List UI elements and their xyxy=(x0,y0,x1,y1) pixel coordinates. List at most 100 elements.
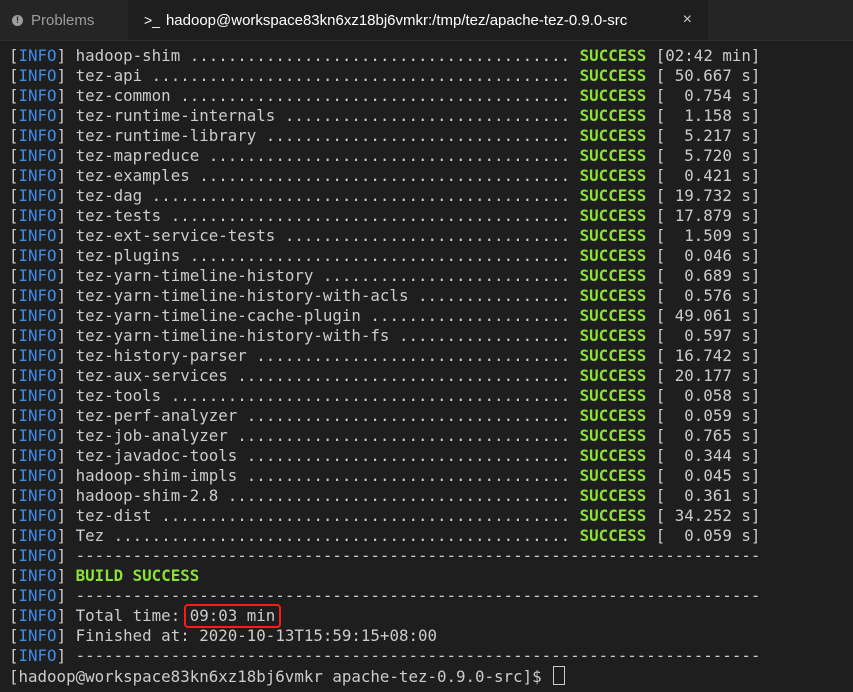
module-line: [INFO] tez-yarn-timeline-history-with-ac… xyxy=(9,286,853,306)
dot-leader: .................................. xyxy=(237,466,580,485)
module-line: [INFO] tez-yarn-timeline-history .......… xyxy=(9,266,853,286)
dot-leader: .................................... xyxy=(218,486,580,505)
bracket: [ xyxy=(9,506,19,525)
module-line: [INFO] tez-ext-service-tests ...........… xyxy=(9,226,853,246)
dot-leader: ................................. xyxy=(246,346,580,365)
bracket: [ xyxy=(9,286,19,305)
info-tag: INFO xyxy=(18,286,57,305)
bracket: [ xyxy=(9,86,19,105)
bracket: ] xyxy=(56,626,67,645)
module-line: [INFO] tez-tools .......................… xyxy=(9,386,853,406)
bracket: ] xyxy=(56,466,67,485)
tab-terminal[interactable]: >_ hadoop@workspace83kn6xz18bj6vmkr:/tmp… xyxy=(128,0,708,40)
dot-leader: .................................. xyxy=(237,406,580,425)
module-name: tez-mapreduce xyxy=(66,146,200,165)
status-success: SUCCESS xyxy=(579,206,647,225)
status-success: SUCCESS xyxy=(579,186,647,205)
info-tag: INFO xyxy=(18,246,57,265)
info-tag: INFO xyxy=(18,306,57,325)
info-tag: INFO xyxy=(18,366,57,385)
shell-prompt: [hadoop@workspace83kn6xz18bj6vmkr apache… xyxy=(9,667,552,686)
bracket: ] xyxy=(56,526,67,545)
bracket: ] xyxy=(56,246,67,265)
status-success: SUCCESS xyxy=(579,366,647,385)
build-result-line: [INFO] BUILD SUCCESS xyxy=(9,566,853,586)
module-name: tez-history-parser xyxy=(66,346,247,365)
bracket: ] xyxy=(56,406,67,425)
prompt-line[interactable]: [hadoop@workspace83kn6xz18bj6vmkr apache… xyxy=(9,666,853,686)
bracket: ] xyxy=(56,46,67,65)
dot-leader: ................................... xyxy=(227,426,580,445)
status-success: SUCCESS xyxy=(579,326,647,345)
tab-problems[interactable]: ! Problems xyxy=(0,0,128,40)
module-name: tez-yarn-timeline-history-with-acls xyxy=(66,286,409,305)
dot-leader: ................ xyxy=(408,286,580,305)
module-time: [ 16.742 s] xyxy=(646,346,761,365)
status-success: SUCCESS xyxy=(579,386,647,405)
module-time: [ 0.045 s] xyxy=(646,466,761,485)
dot-leader: .................. xyxy=(389,326,580,345)
bracket: [ xyxy=(9,366,19,385)
bracket: [ xyxy=(9,306,19,325)
info-tag: INFO xyxy=(18,86,57,105)
module-line: [INFO] tez-runtime-internals ...........… xyxy=(9,106,853,126)
terminal-output[interactable]: [INFO] hadoop-shim .....................… xyxy=(9,46,853,686)
module-line: [INFO] Tez .............................… xyxy=(9,526,853,546)
total-time-value: 09:03 min xyxy=(183,604,282,628)
bracket: [ xyxy=(9,346,19,365)
bracket: ] xyxy=(56,326,67,345)
status-success: SUCCESS xyxy=(579,346,647,365)
bracket: ] xyxy=(56,366,67,385)
module-line: [INFO] tez-history-parser ..............… xyxy=(9,346,853,366)
status-success: SUCCESS xyxy=(579,266,647,285)
module-time: [ 0.754 s] xyxy=(646,86,761,105)
info-tag: INFO xyxy=(18,446,57,465)
module-time: [ 5.720 s] xyxy=(646,146,761,165)
info-tag: INFO xyxy=(18,166,57,185)
bracket: ] xyxy=(56,426,67,445)
module-line: [INFO] tez-api .........................… xyxy=(9,66,853,86)
module-name: Tez xyxy=(66,526,105,545)
module-line: [INFO] tez-examples ....................… xyxy=(9,166,853,186)
bracket: [ xyxy=(9,626,19,645)
info-tag: INFO xyxy=(18,626,57,645)
info-tag: INFO xyxy=(18,346,57,365)
module-line: [INFO] tez-dist ........................… xyxy=(9,506,853,526)
dot-leader: ....................................... xyxy=(189,166,580,185)
info-tag: INFO xyxy=(18,606,57,625)
bracket: [ xyxy=(9,386,19,405)
bracket: ] xyxy=(56,106,67,125)
module-name: tez-perf-analyzer xyxy=(66,406,238,425)
status-success: SUCCESS xyxy=(579,46,647,65)
info-tag: INFO xyxy=(18,66,57,85)
bracket: ] xyxy=(56,486,67,505)
bracket: [ xyxy=(9,566,19,585)
finished-line: [INFO] Finished at: 2020-10-13T15:59:15+… xyxy=(9,626,853,646)
module-line: [INFO] tez-aux-services ................… xyxy=(9,366,853,386)
info-tag: INFO xyxy=(18,126,57,145)
bracket: ] xyxy=(56,146,67,165)
info-tag: INFO xyxy=(18,266,57,285)
module-time: [ 0.689 s] xyxy=(646,266,761,285)
module-time: [ 34.252 s] xyxy=(646,506,761,525)
module-line: [INFO] tez-javadoc-tools ...............… xyxy=(9,446,853,466)
status-success: SUCCESS xyxy=(579,506,647,525)
bracket: [ xyxy=(9,46,19,65)
bracket: [ xyxy=(9,126,19,145)
separator-line: [INFO] ---------------------------------… xyxy=(9,646,853,666)
bracket: [ xyxy=(9,146,19,165)
module-time: [ 1.158 s] xyxy=(646,106,761,125)
dot-leader: ........................................… xyxy=(142,66,580,85)
dot-leader: ........................................… xyxy=(161,386,580,405)
bracket: ] xyxy=(56,86,67,105)
bracket: [ xyxy=(9,426,19,445)
problems-icon: ! xyxy=(12,14,23,26)
status-success: SUCCESS xyxy=(579,406,647,425)
module-line: [INFO] tez-yarn-timeline-cache-plugin ..… xyxy=(9,306,853,326)
close-icon[interactable]: × xyxy=(683,11,692,29)
dot-leader: ........................................… xyxy=(151,506,580,525)
info-tag: INFO xyxy=(18,586,57,605)
dot-leader: ........................................… xyxy=(161,206,580,225)
status-success: SUCCESS xyxy=(579,286,647,305)
bracket: ] xyxy=(56,286,67,305)
